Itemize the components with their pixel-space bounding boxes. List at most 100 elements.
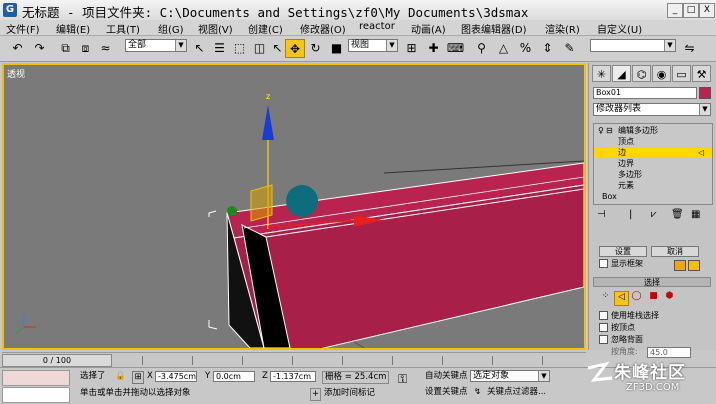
set-key-button[interactable]: 设置关键点 (425, 387, 468, 398)
menu-customize[interactable]: 自定义(U) (597, 21, 642, 36)
mirror-icon[interactable]: ⇋ (680, 39, 699, 57)
select-manipulate-icon[interactable]: ✚ (424, 39, 443, 57)
element-mode-icon[interactable]: ⬢ (663, 291, 676, 304)
unlink-icon[interactable]: ⧈ (76, 39, 95, 57)
close-button[interactable]: X (699, 3, 715, 18)
menu-create[interactable]: 创建(C) (248, 21, 283, 36)
hierarchy-tab-icon[interactable]: ⌬ (632, 65, 651, 82)
remove-modifier-icon[interactable]: 🗑 (671, 209, 684, 220)
edge-icon: ◁ (698, 148, 705, 157)
auto-key-button[interactable]: 自动关键点 (425, 371, 468, 382)
spinner-snap-icon[interactable]: ⇕ (538, 39, 557, 57)
move-icon[interactable]: ✥ (285, 39, 305, 58)
menu-rendering[interactable]: 渲染(R) (545, 21, 580, 36)
object-color-swatch[interactable] (699, 87, 711, 99)
make-unique-icon[interactable]: ⩗ (651, 209, 657, 220)
maxscript-mini-field[interactable] (2, 387, 70, 403)
cancel-button[interactable]: 取消 (651, 246, 699, 257)
minimize-button[interactable]: _ (667, 3, 683, 18)
pivot-center-icon[interactable]: ⊞ (402, 39, 421, 57)
add-time-tag-button[interactable]: 添加时间标记 (324, 388, 375, 399)
settings-button[interactable]: 设置 (599, 246, 647, 257)
named-selection-dropdown[interactable]: ▼ (590, 39, 676, 52)
use-stack-selection-checkbox[interactable]: 使用堆栈选择 (599, 311, 659, 321)
keyboard-shortcut-icon[interactable]: ⌨ (446, 39, 465, 57)
menu-animation[interactable]: 动画(A) (411, 21, 446, 36)
maxscript-listener[interactable] (2, 370, 70, 386)
x-coordinate-field[interactable]: -3.475cm (155, 371, 197, 382)
show-cage-label: 显示框架 (611, 259, 643, 268)
stack-item-polygon[interactable]: 多边形 (594, 170, 712, 180)
show-end-result-icon[interactable]: | (629, 209, 632, 220)
modifier-list-dropdown[interactable]: 修改器列表 ▼ (593, 103, 711, 116)
display-tab-icon[interactable]: ▭ (672, 65, 691, 82)
menu-tools[interactable]: 工具(T) (106, 21, 140, 36)
stack-item-element[interactable]: 元素 (594, 181, 712, 191)
time-tag-icon[interactable]: + (310, 388, 321, 401)
vertex-mode-icon[interactable]: ⁘ (599, 291, 612, 304)
select-object-icon[interactable]: ↖ (190, 39, 209, 57)
key-filters-button[interactable]: 关键点过滤器... (487, 387, 546, 398)
pin-stack-icon[interactable]: ⊣ (597, 209, 606, 220)
y-coordinate-field[interactable]: 0.0cm (213, 371, 255, 382)
menu-reactor[interactable]: reactor (359, 21, 395, 32)
reference-coord-dropdown[interactable]: 视图 ▼ (348, 39, 398, 52)
time-slider[interactable]: 0 / 100 (2, 354, 112, 367)
object-name-field[interactable]: Box01 (593, 87, 697, 99)
stack-item-border[interactable]: 边界 (594, 159, 712, 169)
select-by-name-icon[interactable]: ☰ (210, 39, 229, 57)
window-crossing-icon[interactable]: ◫ (250, 39, 269, 57)
stack-item-vertex[interactable]: 顶点 (594, 137, 712, 147)
key-icon[interactable]: ⚿ (398, 373, 407, 385)
redo-icon[interactable]: ↷ (30, 39, 49, 57)
modify-tab-icon[interactable]: ◢ (612, 65, 631, 82)
stack-item-label: 编辑多边形 (618, 126, 658, 135)
rectangular-selection-icon[interactable]: ⬚ (230, 39, 249, 57)
motion-tab-icon[interactable]: ◉ (652, 65, 671, 82)
menu-graph-editors[interactable]: 图表编辑器(D) (461, 21, 527, 36)
menu-file[interactable]: 文件(F) (6, 21, 40, 36)
stack-item-edit-poly[interactable]: ♀ ⊟ 编辑多边形 (594, 126, 712, 136)
scene-canvas: z (15, 92, 584, 348)
menu-modifiers[interactable]: 修改器(O) (300, 21, 346, 36)
by-vertex-checkbox[interactable]: 按顶点 (599, 323, 635, 333)
cage-color-swatch[interactable] (674, 260, 686, 271)
utilities-tab-icon[interactable]: ⚒ (692, 65, 711, 82)
edge-mode-icon[interactable]: ◁ (614, 291, 629, 306)
scale-icon[interactable]: ■ (327, 39, 346, 57)
border-mode-icon[interactable]: ◯ (630, 291, 643, 304)
selection-filter-dropdown[interactable]: 全部 ▼ (125, 39, 187, 52)
polygon-mode-icon[interactable]: ■ (647, 291, 660, 304)
perspective-viewport[interactable]: 透视 z (2, 63, 586, 350)
collapse-icon[interactable]: ⊟ (606, 126, 613, 136)
stack-item-box[interactable]: Box (594, 192, 712, 202)
undo-icon[interactable]: ↶ (8, 39, 27, 57)
key-mode-icon[interactable]: ↯ (474, 387, 481, 398)
selected-object-dropdown[interactable]: 选定对象 ▼ (470, 370, 550, 382)
rotate-icon[interactable]: ↻ (306, 39, 325, 57)
select-link-icon[interactable]: ⧉ (56, 39, 75, 57)
bulb-icon[interactable]: ♀ (598, 126, 604, 136)
show-cage-checkbox[interactable]: 显示框架 (599, 259, 643, 269)
create-tab-icon[interactable]: ✳ (592, 65, 611, 82)
selection-rollout-header[interactable]: 选择 (593, 277, 711, 287)
menu-views[interactable]: 视图(V) (198, 21, 233, 36)
configure-sets-icon[interactable]: ▦ (691, 209, 700, 220)
maximize-button[interactable]: □ (683, 3, 699, 18)
gizmo-z-label: z (266, 92, 270, 101)
ignore-backfacing-checkbox[interactable]: 忽略背面 (599, 335, 643, 345)
cage-selected-color-swatch[interactable] (688, 260, 700, 271)
edit-named-selection-icon[interactable]: ✎ (560, 39, 579, 57)
stack-item-edge[interactable]: 边 ◁ (594, 148, 712, 158)
menu-group[interactable]: 组(G) (158, 21, 184, 36)
app-icon[interactable]: G (3, 3, 17, 17)
bind-space-warp-icon[interactable]: ≈ (96, 39, 115, 57)
z-coordinate-field[interactable]: -1.137cm (270, 371, 316, 382)
angle-snap-icon[interactable]: △ (494, 39, 513, 57)
percent-snap-icon[interactable]: % (516, 39, 535, 57)
menu-edit[interactable]: 编辑(E) (56, 21, 90, 36)
absolute-mode-icon[interactable]: ⊞ (132, 371, 144, 384)
snaps-toggle-icon[interactable]: ⚲ (472, 39, 491, 57)
lock-icon[interactable]: 🔒 (115, 371, 126, 382)
chevron-down-icon: ▼ (699, 104, 710, 115)
